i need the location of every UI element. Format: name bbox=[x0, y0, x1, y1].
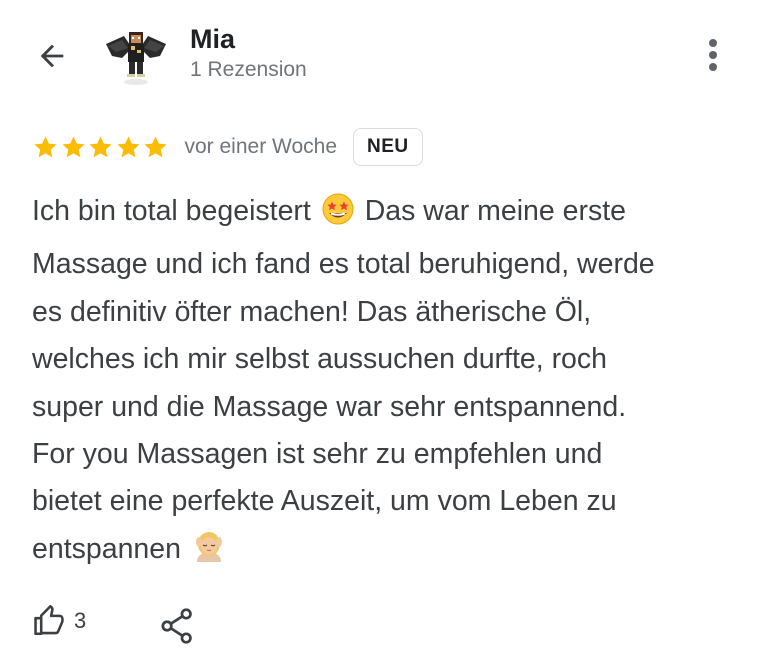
new-badge: NEU bbox=[353, 128, 423, 166]
more-vert-icon bbox=[709, 39, 717, 71]
review-text: Ich bin total begeistert Das war meine e… bbox=[32, 188, 742, 579]
like-button[interactable]: 3 bbox=[32, 604, 86, 638]
rating-row: vor einer Woche NEU bbox=[32, 126, 423, 168]
star-struck-emoji bbox=[321, 192, 355, 241]
review-text-part-1: Ich bin total begeistert bbox=[32, 195, 311, 227]
review-page: Mia 1 Rezension vor einer Woche NEU Ich … bbox=[0, 0, 768, 670]
person-getting-massage-emoji bbox=[191, 528, 227, 579]
star-icon bbox=[144, 135, 167, 157]
like-count: 3 bbox=[74, 608, 87, 633]
avatar[interactable] bbox=[102, 22, 170, 90]
avatar-character-image bbox=[102, 22, 170, 90]
star-icon bbox=[89, 135, 112, 157]
arrow-back-icon bbox=[40, 44, 64, 68]
share-icon bbox=[161, 608, 192, 644]
review-count: 1 Rezension bbox=[190, 58, 307, 81]
star-icon bbox=[116, 135, 140, 157]
thumbs-up-icon bbox=[34, 604, 64, 636]
star-rating bbox=[32, 134, 170, 161]
star-icon bbox=[61, 135, 85, 157]
back-button[interactable] bbox=[28, 32, 76, 80]
review-text-part-2: Das war meine erste Massage und ich fand… bbox=[32, 195, 655, 565]
star-icon bbox=[34, 135, 57, 157]
more-options-button[interactable] bbox=[690, 30, 736, 80]
share-button[interactable] bbox=[158, 604, 196, 648]
reviewer-name[interactable]: Mia bbox=[190, 24, 235, 55]
review-date: vor einer Woche bbox=[184, 135, 338, 158]
